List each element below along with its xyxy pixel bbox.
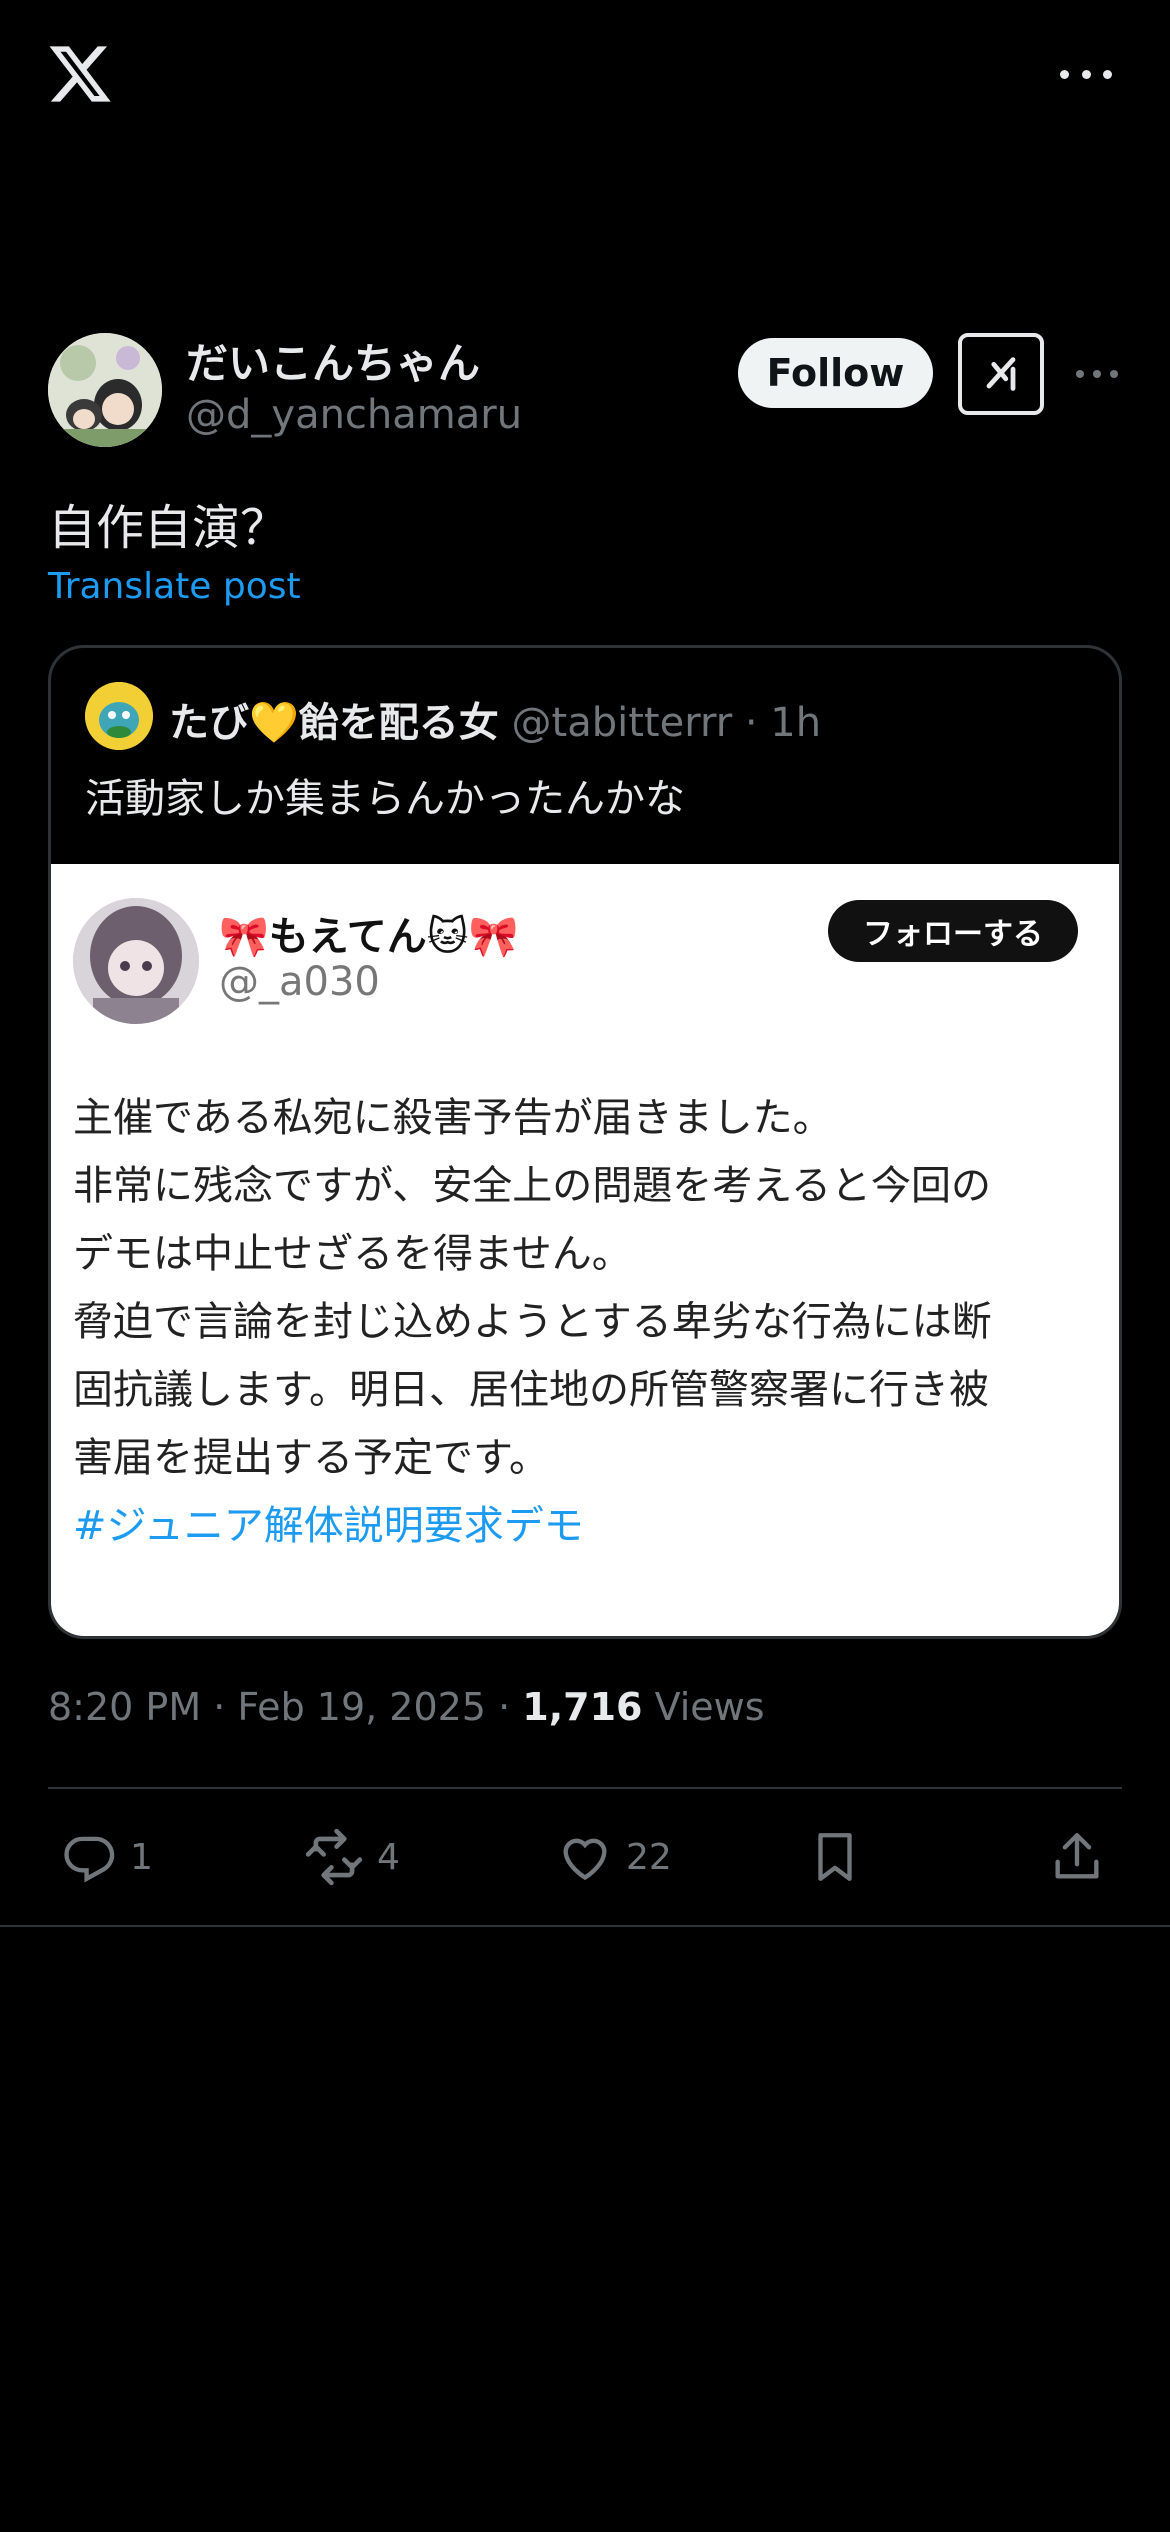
timestamp-separator: · — [498, 1685, 511, 1729]
grok-icon[interactable] — [958, 333, 1044, 415]
post-text: 自作自演？ — [48, 500, 289, 556]
repost-count: 4 — [377, 1836, 400, 1878]
screenshot-line: 非常に残念ですが、安全上の問題を考えると今回の — [73, 1163, 991, 1209]
quote-separator: · — [744, 700, 758, 746]
divider — [0, 1925, 1170, 1927]
post-more-icon[interactable] — [1076, 368, 1118, 380]
attached-screenshot-image[interactable]: 🎀もえてん🐱🎀 @_a030 フォローする 主催である私宛に殺害予告が届きました… — [51, 864, 1119, 1636]
more-options-icon[interactable] — [1060, 56, 1112, 92]
quote-handle: @tabitterrr — [511, 700, 733, 746]
heart-icon — [563, 1838, 607, 1881]
views-label: Views — [654, 1685, 765, 1729]
screenshot-text: 主催である私宛に殺害予告が届きました。 非常に残念ですが、安全上の問題を考えると… — [73, 1084, 992, 1560]
screenshot-line: 固抗議します。明日、居住地の所管警察署に行き被 — [73, 1367, 989, 1413]
reply-button[interactable]: 1 — [60, 1825, 153, 1889]
quote-text: 活動家しか集まらんかったんかな — [85, 776, 685, 822]
screenshot-hashtag: #ジュニア解体説明要求デモ — [73, 1503, 584, 1549]
translate-post-link[interactable]: Translate post — [48, 566, 301, 607]
divider — [48, 1787, 1122, 1789]
screenshot-line: 脅迫で言論を封じ込めようとする卑劣な行為には断 — [73, 1299, 992, 1345]
quoted-post-card[interactable]: たび💛飴を配る女 @tabitterrr · 1h 活動家しか集まらんかったんか… — [48, 645, 1122, 1639]
timestamp-separator: · — [213, 1685, 226, 1729]
reply-count: 1 — [130, 1836, 153, 1878]
share-icon — [1055, 1833, 1099, 1879]
x-logo-icon[interactable] — [46, 40, 114, 108]
screenshot-line: 害届を提出する予定です。 — [73, 1435, 549, 1481]
quote-display-name: たび💛飴を配る女 — [169, 700, 499, 746]
author-avatar[interactable] — [48, 333, 162, 447]
post-date: Feb 19, 2025 — [237, 1685, 486, 1729]
author-handle[interactable]: @d_yanchamaru — [186, 392, 522, 438]
reply-icon — [64, 1836, 115, 1883]
quote-author-avatar — [85, 682, 153, 750]
like-button[interactable]: 22 — [556, 1825, 672, 1889]
screenshot-line: デモは中止せざるを得ません。 — [73, 1231, 632, 1277]
repost-button[interactable]: 4 — [303, 1825, 400, 1889]
screenshot-display-name: 🎀もえてん🐱🎀 — [219, 914, 519, 960]
views-count[interactable]: 1,716 — [522, 1685, 642, 1729]
author-display-name[interactable]: だいこんちゃん — [186, 330, 480, 391]
screenshot-avatar — [73, 898, 199, 1024]
follow-button[interactable]: Follow — [738, 338, 933, 408]
quote-header: たび💛飴を配る女 @tabitterrr · 1h — [169, 690, 821, 748]
screenshot-line: 主催である私宛に殺害予告が届きました。 — [73, 1095, 833, 1141]
like-count: 22 — [626, 1836, 672, 1878]
share-button[interactable] — [1048, 1825, 1106, 1889]
quote-time: 1h — [770, 700, 822, 746]
bookmark-icon — [818, 1833, 852, 1881]
post-timestamp: 8:20 PM · Feb 19, 2025 · 1,716 Views — [48, 1685, 765, 1729]
screenshot-handle: @_a030 — [219, 959, 380, 1005]
screenshot-follow-button: フォローする — [828, 900, 1078, 962]
bookmark-button[interactable] — [806, 1825, 864, 1889]
repost-icon — [305, 1828, 363, 1886]
post-time: 8:20 PM — [48, 1685, 202, 1729]
